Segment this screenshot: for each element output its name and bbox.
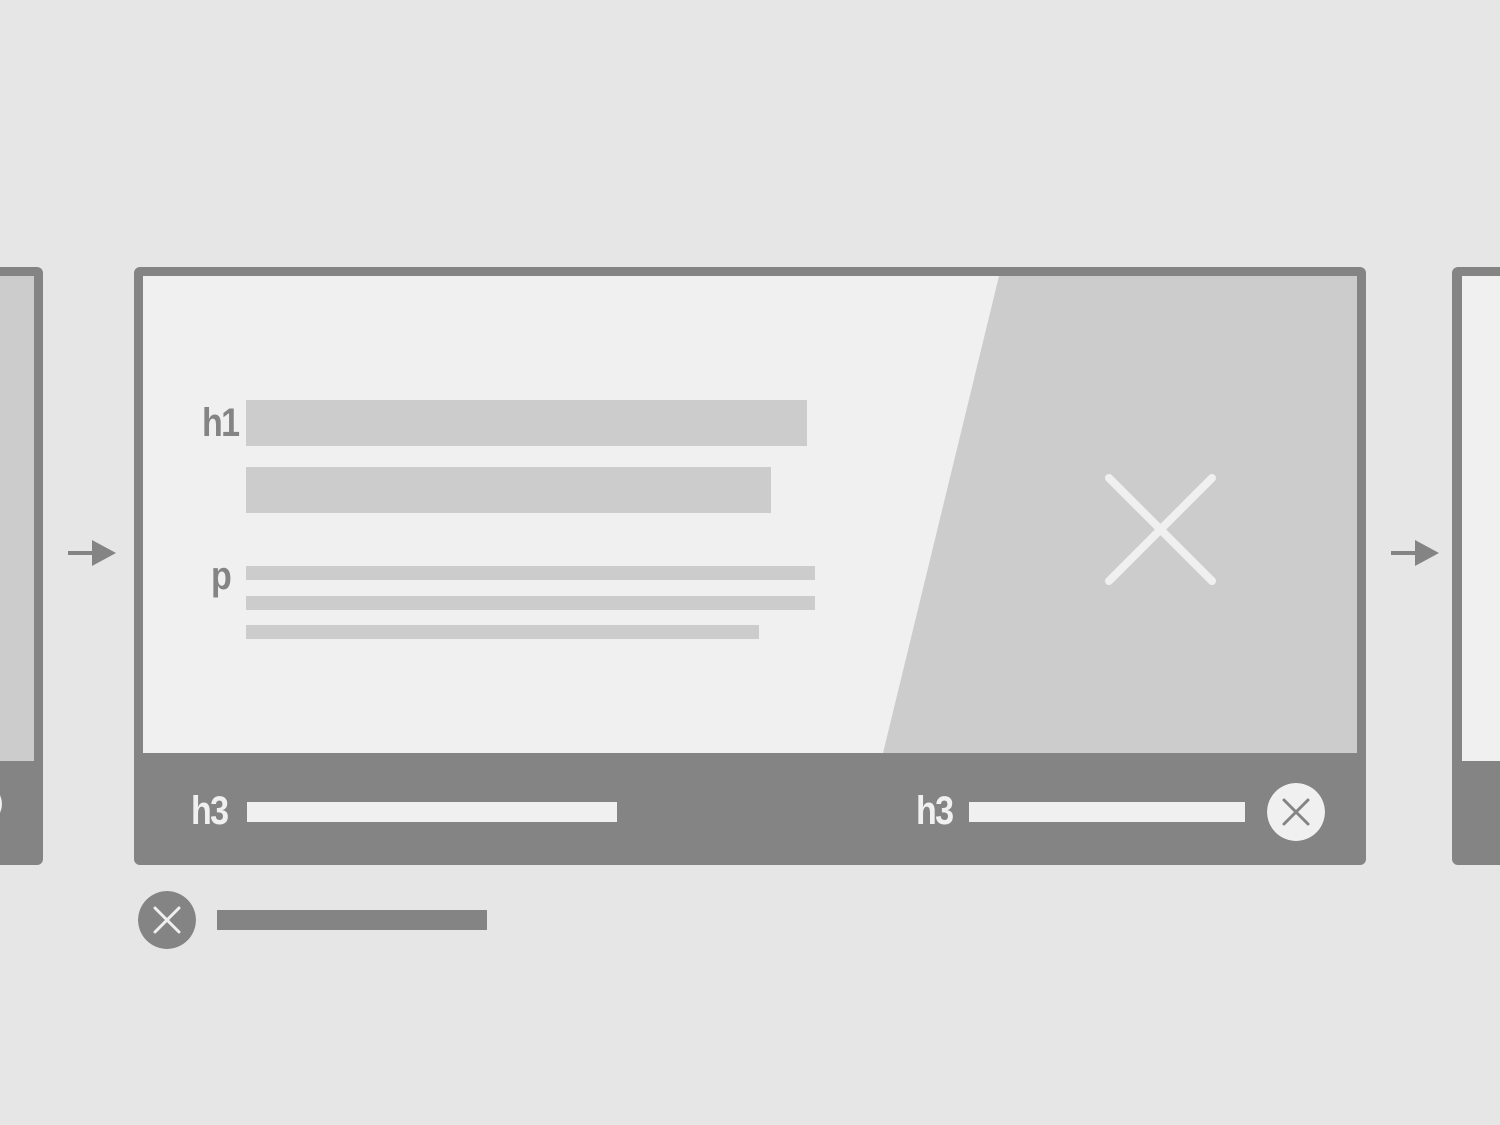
footer-close-button[interactable] [1267, 783, 1325, 841]
heading-tag: h1 [202, 401, 240, 445]
slide-content: h1 p [143, 276, 1357, 753]
heading-line-2 [246, 467, 771, 513]
next-slide-content [1462, 276, 1500, 761]
paragraph-line-2 [246, 596, 815, 610]
caption-close-button[interactable] [138, 891, 196, 949]
paragraph-line-1 [246, 566, 815, 580]
footer-right-title [969, 802, 1245, 822]
next-slide[interactable] [1452, 267, 1500, 865]
arrow-right-icon [68, 540, 116, 566]
previous-slide-close-button[interactable] [0, 784, 2, 824]
previous-slide-content [0, 276, 34, 761]
slide-footer: h3 h3 [134, 753, 1366, 865]
footer-left-tag: h3 [191, 789, 229, 833]
footer-right-tag: h3 [916, 789, 954, 833]
footer-left-title [247, 802, 617, 822]
previous-slide[interactable] [0, 267, 43, 865]
slide-card[interactable]: h1 p h3 h3 [134, 267, 1366, 865]
paragraph-tag: p [211, 554, 232, 598]
paragraph-line-3 [246, 625, 759, 639]
image-placeholder [883, 276, 1357, 753]
caption-text-placeholder [217, 910, 487, 930]
arrow-right-icon [1391, 540, 1439, 566]
heading-line-1 [246, 400, 807, 446]
